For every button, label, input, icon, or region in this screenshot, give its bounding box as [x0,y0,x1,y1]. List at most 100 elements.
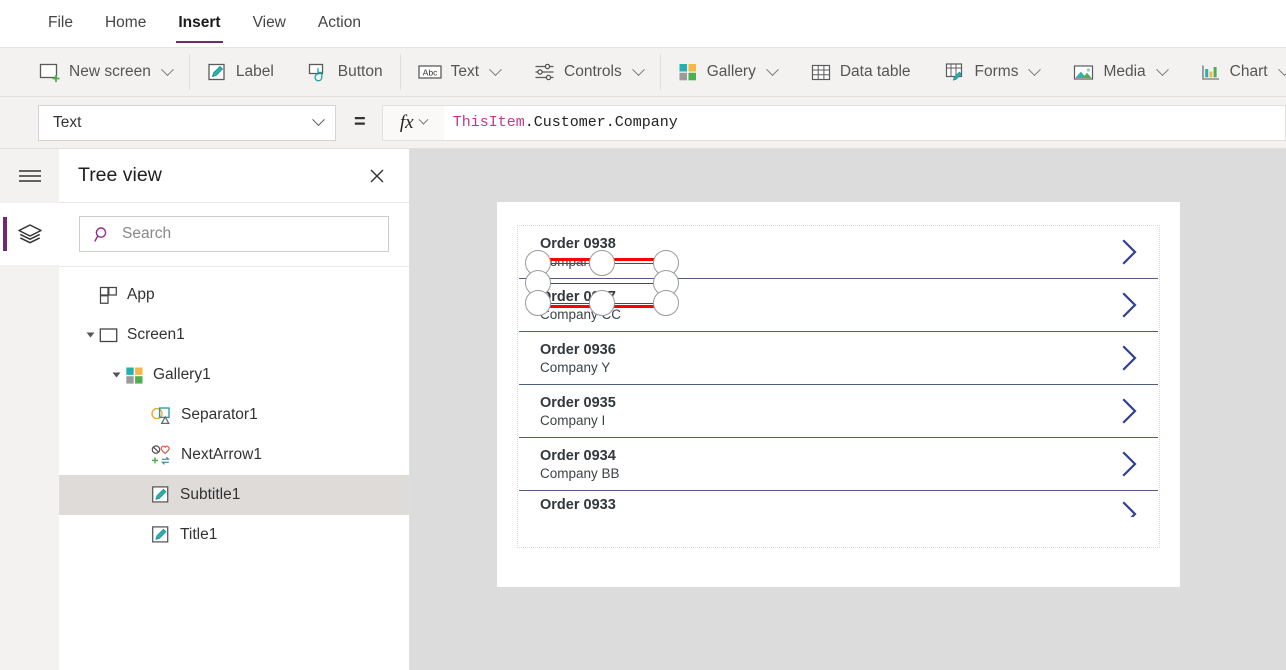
menu-item-insert[interactable]: Insert [162,0,236,47]
gallery-item-subtitle: Company I [540,412,606,428]
gallery-item-title: Order 0938 [540,235,616,252]
ribbon-chart-label: Chart [1229,63,1268,80]
layers-icon [17,224,42,244]
property-selector[interactable]: Text [38,104,336,141]
chevron-down-icon [418,114,428,125]
tree-node-title1[interactable]: Title1 [59,515,409,555]
chevron-down-icon [1155,62,1169,76]
tree-node-separator1[interactable]: Separator1 [59,395,409,435]
tree-node-label: Screen1 [127,326,185,343]
tree-node-label: Subtitle1 [180,486,241,503]
ribbon-new-screen-button[interactable]: New screen [22,53,189,91]
formula-bar: Text = fx ThisItem .Customer.Company [0,97,1286,149]
ribbon-chart-button[interactable]: Chart [1184,53,1286,91]
tree-node-screen1[interactable]: Screen1 [59,315,409,355]
formula-input[interactable]: ThisItem .Customer.Company [443,104,1286,141]
ribbon-toolbar: New screen Label Button Abc Text Control… [0,47,1286,97]
shapes-icon [151,406,170,424]
screen1-surface[interactable]: Order 0938 Company F Order 0937 Company … [497,202,1180,587]
ribbon-controls-button[interactable]: Controls [517,53,660,91]
ribbon-data-table-button[interactable]: Data table [794,53,928,91]
property-selector-value: Text [53,113,82,131]
gallery-item-title: Order 0933 [540,497,616,513]
chevron-down-icon [312,113,325,127]
gallery-item-subtitle: Company BB [540,465,620,481]
label-icon [208,63,225,81]
tree-search-container: Search [59,203,409,267]
next-arrow-icon[interactable] [1121,501,1138,517]
ribbon-text-button[interactable]: Abc Text [401,53,517,91]
fx-label: fx [399,111,414,133]
screen-icon [99,327,118,342]
gallery1-control[interactable]: Order 0938 Company F Order 0937 Company … [517,225,1160,548]
app-canvas[interactable]: Order 0938 Company F Order 0937 Company … [410,149,1286,670]
ribbon-label-label: Label [235,63,274,80]
gallery-item-subtitle: Company Y [540,359,611,375]
gallery-item-title: Order 0936 [540,341,616,358]
text-abc-icon: Abc [417,65,442,79]
ribbon-media-button[interactable]: Media [1056,53,1183,91]
fx-button[interactable]: fx [381,104,444,141]
hamburger-icon [18,170,41,182]
chevron-down-icon [765,62,779,76]
gallery-item-subtitle: Company CC [540,306,622,322]
menu-item-view[interactable]: View [237,0,302,47]
icons-icon [151,445,170,465]
hamburger-menu-button[interactable] [0,149,59,203]
data-table-icon [811,64,830,80]
tree-node-subtitle1[interactable]: Subtitle1 [59,475,409,515]
tree-node-nextarrow1[interactable]: NextArrow1 [59,435,409,475]
chevron-down-icon [631,62,645,76]
next-arrow-icon[interactable] [1121,451,1138,477]
tree-node-list: App Screen1 Gallery1 Separator1 NextArro… [59,267,409,670]
ribbon-new-screen-label: New screen [69,63,151,80]
label-icon [152,486,169,503]
left-icon-rail [0,149,59,670]
menu-bar: File Home Insert View Action [0,0,1286,47]
chevron-down-icon [160,62,174,76]
formula-token-rest: .Customer.Company [524,114,678,131]
controls-sliders-icon [535,63,554,81]
tree-view-title: Tree view [78,164,162,186]
next-arrow-icon[interactable] [1121,345,1138,371]
svg-text:Abc: Abc [422,67,438,77]
menu-item-home[interactable]: Home [89,0,162,47]
expander-toggle[interactable] [81,315,99,355]
gallery-item-title: Order 0934 [540,447,616,464]
tree-node-label: App [127,286,155,303]
selection-rectangle [531,258,673,308]
expander-toggle[interactable] [107,355,125,395]
equals-sign: = [354,111,366,133]
tree-node-label: NextArrow1 [181,446,262,463]
gallery-item[interactable]: Order 0933 [518,491,1159,517]
search-icon [94,226,107,242]
ribbon-gallery-button[interactable]: Gallery [661,53,794,91]
menu-item-file[interactable]: File [32,0,89,47]
menu-item-action[interactable]: Action [302,0,377,47]
media-icon [1074,64,1094,80]
next-arrow-icon[interactable] [1121,292,1138,318]
tree-node-label: Separator1 [181,406,258,423]
tree-node-app[interactable]: App [59,275,409,315]
close-button[interactable] [363,162,391,190]
ribbon-button-button[interactable]: Button [291,53,400,91]
search-input[interactable]: Search [79,216,389,252]
chevron-expanded-icon [86,332,94,338]
ribbon-label-button[interactable]: Label [190,53,291,91]
app-icon [99,286,117,304]
next-arrow-icon[interactable] [1121,239,1138,265]
gallery-item[interactable]: Order 0935 Company I [518,385,1159,437]
new-screen-icon [39,63,60,82]
gallery-icon [679,64,696,81]
ribbon-data-table-label: Data table [839,63,911,80]
ribbon-forms-button[interactable]: Forms [928,53,1057,91]
tree-view-panel: Tree view Search App Screen1 Gallery1 Se… [59,149,410,670]
tree-view-rail-button[interactable] [0,203,59,265]
forms-icon [945,63,962,81]
tree-view-header: Tree view [59,149,409,203]
gallery-item[interactable]: Order 0934 Company BB [518,438,1159,490]
tree-node-label: Gallery1 [153,366,211,383]
next-arrow-icon[interactable] [1121,398,1138,424]
tree-node-gallery1[interactable]: Gallery1 [59,355,409,395]
gallery-item[interactable]: Order 0936 Company Y [518,332,1159,384]
